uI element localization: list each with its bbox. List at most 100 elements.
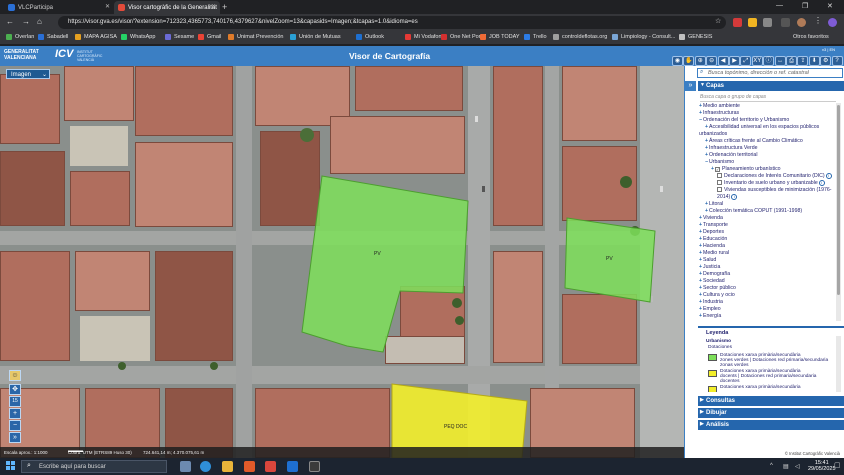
expand-icon[interactable]: + — [699, 222, 702, 228]
notifications-icon[interactable]: ▢ — [834, 461, 841, 469]
zoom-in-icon[interactable]: + — [9, 408, 21, 419]
pan-icon[interactable]: ✋ — [683, 56, 695, 66]
expand-map-icon[interactable]: » — [9, 432, 21, 443]
bookmark-item[interactable]: Gmail — [198, 34, 221, 40]
tab-vlcparticipa[interactable]: VLCParticipa ✕ — [4, 1, 114, 14]
extent-icon[interactable]: ⤢ — [740, 56, 752, 66]
crs-label[interactable]: Coord. UTM (ETRS89 Huso 30) — [68, 450, 132, 455]
bookmark-item[interactable]: JOB TODAY — [480, 34, 520, 40]
expand-icon[interactable]: + — [699, 285, 702, 291]
expand-icon[interactable]: + — [705, 208, 708, 214]
layer-tree-item[interactable]: +Medio rural — [699, 250, 729, 256]
layer-tree-item[interactable]: +Cultura y ocio — [699, 292, 735, 298]
map-canvas[interactable]: PV PV PEQ DOC Imagen ⌄ ☺ ✥ 15 + − » — [0, 66, 684, 458]
extension-icon[interactable] — [733, 18, 742, 27]
download-icon[interactable]: ⬇ — [808, 56, 820, 66]
layer-tree-item[interactable]: Viviendas susceptibles de minimización (… — [717, 187, 831, 193]
tab-visor-cartografic[interactable]: Visor cartogràfic de la Generalitat ✕ — [114, 1, 220, 14]
ai-assistant-icon[interactable] — [828, 18, 837, 27]
layer-tree-item[interactable]: +Deportes — [699, 229, 724, 235]
layer-tree-item[interactable]: +Ordenación territorial — [705, 152, 757, 158]
section-consultas[interactable]: ▶ Consultas — [698, 396, 844, 406]
profile-avatar[interactable] — [797, 18, 806, 27]
other-bookmarks[interactable]: Otros favoritos — [793, 34, 829, 40]
volume-icon[interactable]: ◁ — [795, 463, 800, 470]
layer-checkbox[interactable] — [717, 180, 722, 185]
edge-icon[interactable] — [200, 461, 211, 472]
help-icon[interactable]: ? — [831, 56, 843, 66]
layer-tree-item[interactable]: +Accesibilidad universal en los espacios… — [705, 124, 819, 130]
section-anlisis[interactable]: ▶ Análisis — [698, 420, 844, 430]
layer-tree-item[interactable]: +Energía — [699, 313, 721, 319]
layer-tree-item[interactable]: + ✓ Planeamiento urbanístico — [711, 166, 781, 172]
brave-icon[interactable] — [244, 461, 255, 472]
zoom-out-icon[interactable]: − — [9, 420, 21, 431]
bookmark-item[interactable]: WhatsApp — [121, 34, 155, 40]
expand-icon[interactable]: + — [699, 292, 702, 298]
home-icon[interactable]: ⌂ — [37, 17, 42, 26]
basemap-selector[interactable]: Imagen ⌄ — [6, 69, 50, 79]
file-explorer-icon[interactable] — [222, 461, 233, 472]
layer-tree-scrollbar[interactable] — [836, 103, 841, 321]
expand-icon[interactable]: + — [699, 236, 702, 242]
layer-tree-item[interactable]: +Medio ambiente — [699, 103, 740, 109]
collapse-icon[interactable]: − — [699, 117, 702, 123]
back-arrow-icon[interactable]: ← — [6, 17, 14, 26]
layer-tree-item[interactable]: +Transporte — [699, 222, 728, 228]
close-tab-icon[interactable]: ✕ — [105, 3, 110, 10]
bookmark-item[interactable]: Trello — [524, 34, 547, 40]
xy-icon[interactable]: XY — [751, 56, 763, 66]
layer-checkbox[interactable] — [717, 187, 722, 192]
bookmark-item[interactable]: Sesame — [165, 34, 194, 40]
bookmark-item[interactable]: Mi Vodafone — [405, 34, 445, 40]
expand-icon[interactable]: + — [699, 229, 702, 235]
bookmark-item[interactable]: MAPA AGISA — [75, 34, 117, 40]
bookmark-star-icon[interactable]: ☆ — [715, 17, 721, 25]
layer-tree-item[interactable]: 2014) i — [717, 194, 738, 200]
gmail-icon[interactable] — [265, 461, 276, 472]
navigate-icon[interactable]: ✥ — [9, 384, 21, 395]
layer-tree-item[interactable]: −Ordenación del territorio y Urbanismo — [699, 117, 789, 123]
collapse-icon[interactable]: − — [705, 159, 708, 165]
view-icon[interactable]: ◉ — [672, 56, 683, 66]
layer-tree-item[interactable]: +Demografía — [699, 271, 730, 277]
layer-tree-item[interactable]: Inventario de suelo urbano y urbanizable… — [717, 180, 825, 186]
expand-icon[interactable]: + — [699, 299, 702, 305]
expand-icon[interactable]: + — [699, 250, 702, 256]
section-dibujar[interactable]: ▶ Dibujar — [698, 408, 844, 418]
outlook-icon[interactable] — [287, 461, 298, 472]
layer-tree-item[interactable]: +Salud — [699, 257, 716, 263]
layer-tree-item[interactable]: Declaraciones de Interés Comunitario (DI… — [717, 173, 832, 179]
layer-tree-item[interactable]: +Infraestructuras — [699, 110, 739, 116]
url-input[interactable]: https://visor.gva.es/visor/?extension=71… — [58, 16, 726, 29]
collapse-panel-icon[interactable]: » — [685, 81, 696, 91]
layer-tree-item[interactable]: +Justicia — [699, 264, 720, 270]
legend-scrollbar[interactable] — [836, 336, 841, 392]
extensions-puzzle-icon[interactable] — [763, 18, 772, 27]
taskbar-search-input[interactable]: ⌕ Escribe aquí para buscar — [21, 460, 167, 473]
layer-tree-item[interactable]: +Litoral — [705, 201, 723, 207]
forward-icon[interactable]: ▶ — [729, 56, 740, 66]
layer-tree-item[interactable]: +Hacienda — [699, 243, 725, 249]
minimize-icon[interactable]: — — [776, 2, 783, 9]
bookmark-item[interactable]: Sabadell — [38, 34, 68, 40]
bookmark-item[interactable]: Unión de Mutuas — [290, 34, 341, 40]
layer-tree-item[interactable]: +Colección temática COPUT (1991-1998) — [705, 208, 802, 214]
layer-checkbox[interactable]: ✓ — [715, 167, 721, 172]
measure-icon[interactable]: ↔ — [774, 56, 786, 66]
expand-icon[interactable]: + — [711, 166, 714, 172]
expand-icon[interactable]: + — [699, 243, 702, 249]
info-icon[interactable]: ⓘ — [763, 56, 775, 66]
layer-checkbox[interactable] — [717, 173, 722, 178]
expand-icon[interactable]: + — [705, 145, 708, 151]
taskbar-clock[interactable]: 15:41 29/05/2025 — [808, 460, 836, 472]
bookmark-item[interactable]: Overlan — [6, 34, 34, 40]
close-tab-icon[interactable]: ✕ — [211, 3, 216, 10]
maximize-icon[interactable]: ❐ — [802, 2, 808, 10]
info-icon[interactable]: i — [825, 173, 832, 179]
forward-arrow-icon[interactable]: → — [22, 17, 30, 26]
expand-icon[interactable]: + — [699, 313, 702, 319]
terminal-icon[interactable] — [309, 461, 320, 472]
expand-icon[interactable]: + — [699, 110, 702, 116]
back-icon[interactable]: ◀ — [717, 56, 729, 66]
